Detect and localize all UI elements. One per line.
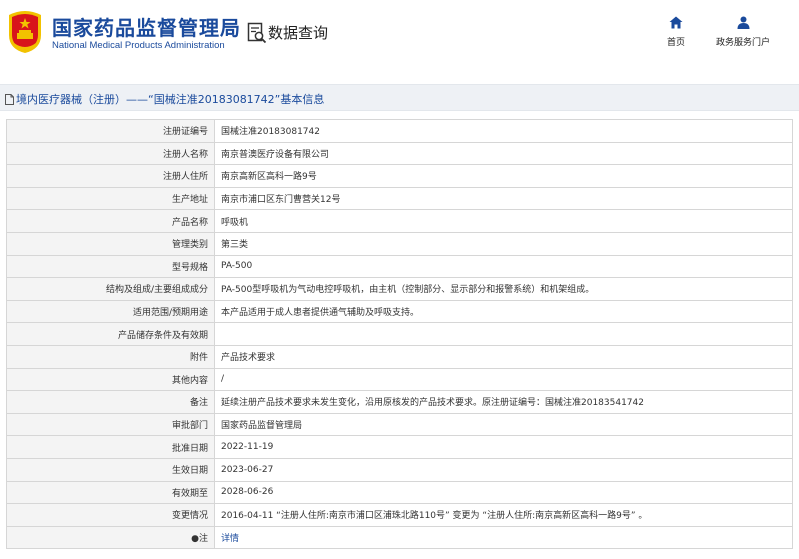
table-row: 产品名称 呼吸机 — [6, 209, 793, 233]
table-row: 附件 产品技术要求 — [6, 344, 793, 369]
field-label: 产品名称 — [6, 209, 215, 233]
field-label: 有效期至 — [6, 480, 215, 505]
table-row: 注册证编号 国械注准20183081742 — [6, 119, 793, 143]
field-label: 变更情况 — [6, 503, 215, 527]
field-label: 批准日期 — [6, 435, 215, 459]
table-row: 型号规格 PA-500 — [6, 254, 793, 279]
nav-home-label: 首页 — [666, 38, 685, 48]
field-value: PA-500型呼吸机为气动电控呼吸机，由主机（控制部分、显示部分和报警系统）和机… — [214, 277, 793, 301]
user-icon — [737, 16, 749, 29]
record-title: 境内医疗器械（注册）——“国械注准20183081742”基本信息 — [5, 91, 324, 107]
nav-service-label: 政务服务门户 — [715, 38, 770, 48]
field-value: 第三类 — [214, 231, 793, 256]
table-row: 结构及组成/主要组成成分 PA-500型呼吸机为气动电控呼吸机，由主机（控制部分、… — [6, 277, 793, 301]
table-row: 批准日期 2022-11-19 — [6, 435, 793, 459]
field-value: 南京高新区高科一路9号 — [214, 164, 793, 188]
national-emblem-icon — [9, 11, 41, 53]
field-value: 延续注册产品技术要求未发生变化，沿用原核发的产品技术要求。原注册证编号：国械注准… — [214, 390, 793, 414]
field-label: 结构及组成/主要组成成分 — [6, 277, 215, 301]
field-label: 备注 — [6, 390, 215, 414]
field-label: 其他内容 — [6, 367, 215, 392]
field-value: / — [214, 367, 793, 392]
field-value: 国家药品监督管理局 — [214, 412, 793, 437]
table-row: 有效期至 2028-06-26 — [6, 480, 793, 505]
field-value: 2016-04-11 “注册人住所:南京市浦口区浦珠北路110号” 变更为 “注… — [214, 503, 793, 527]
field-value: 南京市浦口区东门曹营关12号 — [214, 186, 793, 211]
field-value: PA-500 — [214, 254, 793, 279]
table-row: 其他内容 / — [6, 367, 793, 392]
field-value: 呼吸机 — [214, 209, 793, 233]
field-value: 详情 — [214, 525, 793, 550]
field-label: 生效日期 — [6, 457, 215, 482]
field-label: 生产地址 — [6, 186, 215, 211]
table-row: 适用范围/预期用途 本产品适用于成人患者提供通气辅助及呼吸支持。 — [6, 299, 793, 324]
table-row: ●注 详情 — [6, 525, 793, 550]
site-header: 国家药品监督管理局 National Medical Products Admi… — [0, 0, 799, 72]
org-name-en: National Medical Products Administration — [52, 40, 225, 51]
registration-info-table: 注册证编号 国械注准20183081742 注册人名称 南京普澳医疗设备有限公司 注册人… — [6, 119, 793, 550]
field-label: 适用范围/预期用途 — [6, 299, 215, 324]
table-row: 生效日期 2023-06-27 — [6, 457, 793, 482]
table-row: 注册人住所 南京高新区高科一路9号 — [6, 164, 793, 188]
field-label: 附件 — [6, 344, 215, 369]
field-label: ●注 — [6, 525, 215, 550]
field-value: 国械注准20183081742 — [214, 119, 793, 143]
field-value: 产品技术要求 — [214, 344, 793, 369]
field-label: 产品储存条件及有效期 — [6, 322, 215, 346]
org-name-cn: 国家药品监督管理局 — [52, 16, 241, 40]
document-search-icon — [247, 22, 267, 44]
table-row: 管理类别 第三类 — [6, 231, 793, 256]
field-label: 注册人住所 — [6, 164, 215, 188]
field-value: 南京普澳医疗设备有限公司 — [214, 141, 793, 166]
home-icon — [669, 16, 683, 29]
nav-service-portal[interactable]: 政务服务门户 — [711, 16, 775, 48]
field-value — [214, 322, 793, 346]
field-label: 注册人名称 — [6, 141, 215, 166]
field-label: 管理类别 — [6, 231, 215, 256]
table-row: 生产地址 南京市浦口区东门曹营关12号 — [6, 186, 793, 211]
table-row: 变更情况 2016-04-11 “注册人住所:南京市浦口区浦珠北路110号” 变更… — [6, 503, 793, 527]
details-link[interactable]: 详情 — [221, 534, 239, 544]
document-icon — [5, 94, 14, 105]
field-label: 型号规格 — [6, 254, 215, 279]
record-title-bar: 境内医疗器械（注册）——“国械注准20183081742”基本信息 — [0, 84, 799, 111]
field-value: 本产品适用于成人患者提供通气辅助及呼吸支持。 — [214, 299, 793, 324]
data-query-title: 数据查询 — [268, 24, 329, 42]
field-value: 2023-06-27 — [214, 457, 793, 482]
field-label: 注册证编号 — [6, 119, 215, 143]
table-row: 产品储存条件及有效期 — [6, 322, 793, 346]
table-row: 备注 延续注册产品技术要求未发生变化，沿用原核发的产品技术要求。原注册证编号：国械… — [6, 390, 793, 414]
record-title-text: 境内医疗器械（注册）——“国械注准20183081742”基本信息 — [16, 93, 325, 106]
nav-home[interactable]: 首页 — [665, 16, 687, 48]
field-value: 2022-11-19 — [214, 435, 793, 459]
table-row: 注册人名称 南京普澳医疗设备有限公司 — [6, 141, 793, 166]
table-row: 审批部门 国家药品监督管理局 — [6, 412, 793, 437]
field-value: 2028-06-26 — [214, 480, 793, 505]
field-label: 审批部门 — [6, 412, 215, 437]
